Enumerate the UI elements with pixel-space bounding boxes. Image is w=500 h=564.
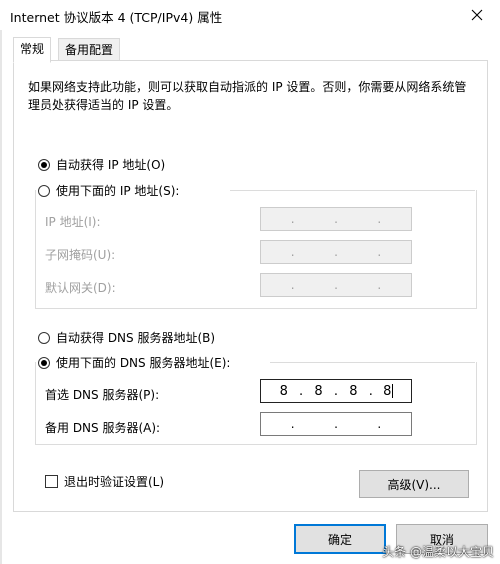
alternate-dns-field[interactable]: ... bbox=[260, 412, 412, 436]
subnet-mask-label: 子网掩码(U): bbox=[45, 248, 116, 262]
preferred-dns-field[interactable]: 8 . 8 . 8 . 8 bbox=[260, 379, 412, 403]
default-gateway-field[interactable]: ... bbox=[260, 273, 412, 297]
ip-group-top-line bbox=[230, 190, 475, 191]
manual-ip-radio[interactable]: 使用下面的 IP 地址(S): bbox=[38, 182, 184, 199]
alternate-dns-label: 备用 DNS 服务器(A): bbox=[45, 421, 161, 435]
radio-indicator bbox=[38, 331, 50, 344]
preferred-dns-label: 首选 DNS 服务器(P): bbox=[45, 388, 160, 402]
auto-ip-label: 自动获得 IP 地址(O) bbox=[56, 158, 166, 172]
window-title: Internet 协议版本 4 (TCP/IPv4) 属性 bbox=[10, 10, 223, 25]
manual-ip-label: 使用下面的 IP 地址(S): bbox=[56, 184, 180, 198]
window-edge bbox=[0, 30, 2, 564]
tab-general[interactable]: 常规 bbox=[13, 37, 52, 63]
watermark-text: 头条 @温柔以大宝贝 bbox=[382, 545, 494, 559]
validate-checkbox-row[interactable]: 退出时验证设置(L) bbox=[45, 473, 164, 490]
ip-address-field[interactable]: ... bbox=[260, 207, 412, 231]
radio-indicator bbox=[38, 158, 50, 171]
octet: 8 bbox=[349, 383, 358, 399]
close-button[interactable] bbox=[454, 0, 500, 30]
auto-dns-radio[interactable]: 自动获得 DNS 服务器地址(B) bbox=[38, 329, 215, 346]
ok-button[interactable]: 确定 bbox=[294, 524, 386, 554]
octet: 8 bbox=[279, 383, 288, 399]
dns-group-top-line bbox=[270, 362, 475, 363]
radio-indicator bbox=[38, 356, 50, 369]
advanced-button[interactable]: 高级(V)... bbox=[359, 470, 469, 498]
auto-ip-radio[interactable]: 自动获得 IP 地址(O) bbox=[38, 156, 165, 173]
ip-address-label: IP 地址(I): bbox=[45, 215, 101, 229]
validate-label: 退出时验证设置(L) bbox=[64, 475, 165, 489]
octet: 8 bbox=[314, 383, 323, 399]
validate-checkbox[interactable] bbox=[45, 475, 58, 488]
close-icon bbox=[471, 9, 483, 21]
radio-indicator bbox=[38, 184, 50, 197]
default-gateway-label: 默认网关(D): bbox=[45, 281, 116, 295]
tab-alternate-config[interactable]: 备用配置 bbox=[58, 38, 121, 62]
description-text: 如果网络支持此功能，则可以获取自动指派的 IP 设置。否则，你需要从网络系统管理… bbox=[28, 80, 467, 112]
manual-dns-label: 使用下面的 DNS 服务器地址(E): bbox=[56, 356, 231, 370]
octet-last: 8 bbox=[383, 383, 394, 399]
subnet-mask-field[interactable]: ... bbox=[260, 240, 412, 264]
auto-dns-label: 自动获得 DNS 服务器地址(B) bbox=[56, 331, 216, 345]
manual-dns-radio[interactable]: 使用下面的 DNS 服务器地址(E): bbox=[38, 354, 235, 371]
text-cursor bbox=[392, 384, 394, 398]
